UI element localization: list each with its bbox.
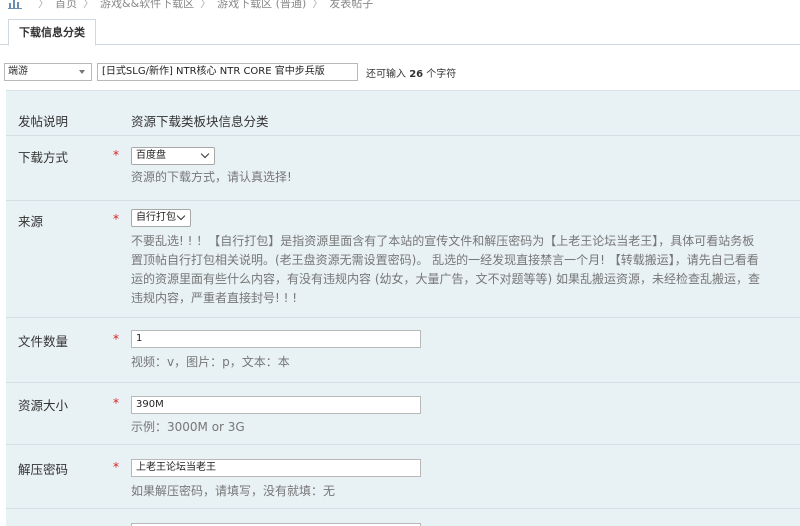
form-row-download-method: 下载方式 * 百度盘 资源的下载方式，请认真选择! <box>6 136 800 201</box>
form-row-size: 资源大小 * 390M 示例：3000M or 3G <box>6 383 800 445</box>
chevron-down-icon <box>176 211 186 221</box>
breadcrumb-forum[interactable]: 游戏下载区 (普通) <box>217 0 306 11</box>
download-method-label: 下载方式 <box>18 150 69 165</box>
breadcrumb-separator: 〉 <box>312 0 324 10</box>
chevron-down-icon <box>200 149 210 159</box>
remaining-prefix: 还可输入 <box>366 69 406 80</box>
remaining-suffix: 个字符 <box>426 69 457 80</box>
source-hint-line: 违规内容，严重者直接封号! ! ! <box>131 291 298 305</box>
required-mark: * <box>113 396 119 410</box>
password-hint: 如果解压密码，请填写，没有就填：无 <box>131 484 336 498</box>
download-method-hint: 资源的下载方式，请认真选择! <box>131 170 292 184</box>
password-input[interactable]: 上老王论坛当老王 <box>131 459 421 477</box>
post-type-value: 端游 <box>8 66 28 77</box>
file-count-input[interactable]: 1 <box>131 330 421 348</box>
breadcrumb-separator: 〉 <box>83 0 94 10</box>
size-hint: 示例：3000M or 3G <box>131 420 245 434</box>
download-method-value: 百度盘 <box>136 150 166 161</box>
file-count-label: 文件数量 <box>18 334 69 349</box>
post-type-select[interactable]: 端游 <box>4 63 92 81</box>
source-hint-line: 不要乱选! ! ！【自行打包】是指资源里面含有了本站的宣传文件和解压密码为【上老… <box>131 234 755 248</box>
remaining-count: 26 <box>409 69 424 80</box>
source-label: 来源 <box>18 214 44 229</box>
subject-row: 端游 [日式SLG/新作] NTR核心 NTR CORE 官中步兵版 还可输入 … <box>0 63 800 83</box>
source-select[interactable]: 自行打包 <box>131 209 191 227</box>
required-mark: * <box>113 332 119 346</box>
tab-download-info[interactable]: 下载信息分类 <box>8 19 96 46</box>
breadcrumb-current: 发表帖子 <box>329 0 374 10</box>
tab-bar: 下载信息分类 <box>0 19 800 46</box>
source-hint-line: 运的资源里面有些什么内容，有没有违规内容 (幼女，大量广告，文不对题等等) 如果… <box>131 272 760 286</box>
required-mark: * <box>113 148 119 162</box>
source-hint-line: 置顶帖自行打包相关说明。(老王盘资源无需设置密码)。 乱选的一经发现直接禁言一个… <box>131 253 759 267</box>
subject-input[interactable]: [日式SLG/新作] NTR核心 NTR CORE 官中步兵版 <box>97 63 358 81</box>
file-count-hint: 视频：v，图片：p，文本：本 <box>131 355 290 369</box>
breadcrumb-separator: 〉 <box>200 0 212 10</box>
breadcrumb: 〉 首页 〉 游戏&&软件下载区 〉 游戏下载区 (普通) 〉 发表帖子 <box>8 0 373 12</box>
required-mark: * <box>113 212 119 226</box>
form-row-password: 解压密码 * 上老王论坛当老王 如果解压密码，请填写，没有就填：无 <box>6 445 800 509</box>
breadcrumb-separator: 〉 <box>38 0 49 10</box>
source-value: 自行打包 <box>136 212 176 223</box>
download-method-select[interactable]: 百度盘 <box>131 147 215 165</box>
remaining-chars-text: 还可输入 26 个字符 <box>366 65 456 80</box>
home-chart-icon[interactable] <box>8 0 22 9</box>
form-row-file-count: 文件数量 * 1 视频：v，图片：p，文本：本 <box>6 318 800 383</box>
intro-label: 发帖说明 <box>18 114 69 129</box>
category-form-panel: 发帖说明 资源下载类板块信息分类 下载方式 * 百度盘 资源的下载方式，请认真选… <box>6 90 800 526</box>
intro-value: 资源下载类板块信息分类 <box>131 114 269 129</box>
password-label: 解压密码 <box>18 462 69 477</box>
size-input[interactable]: 390M <box>131 396 421 414</box>
form-row-intro: 发帖说明 资源下载类板块信息分类 <box>6 91 800 136</box>
breadcrumb-forum-section[interactable]: 游戏&&软件下载区 <box>100 0 194 11</box>
breadcrumb-home[interactable]: 首页 <box>55 0 77 11</box>
size-label: 资源大小 <box>18 398 69 413</box>
caret-down-icon <box>79 70 85 74</box>
form-row-source: 来源 * 自行打包 不要乱选! ! ！【自行打包】是指资源里面含有了本站的宣传文… <box>6 201 800 318</box>
required-mark: * <box>113 460 119 474</box>
